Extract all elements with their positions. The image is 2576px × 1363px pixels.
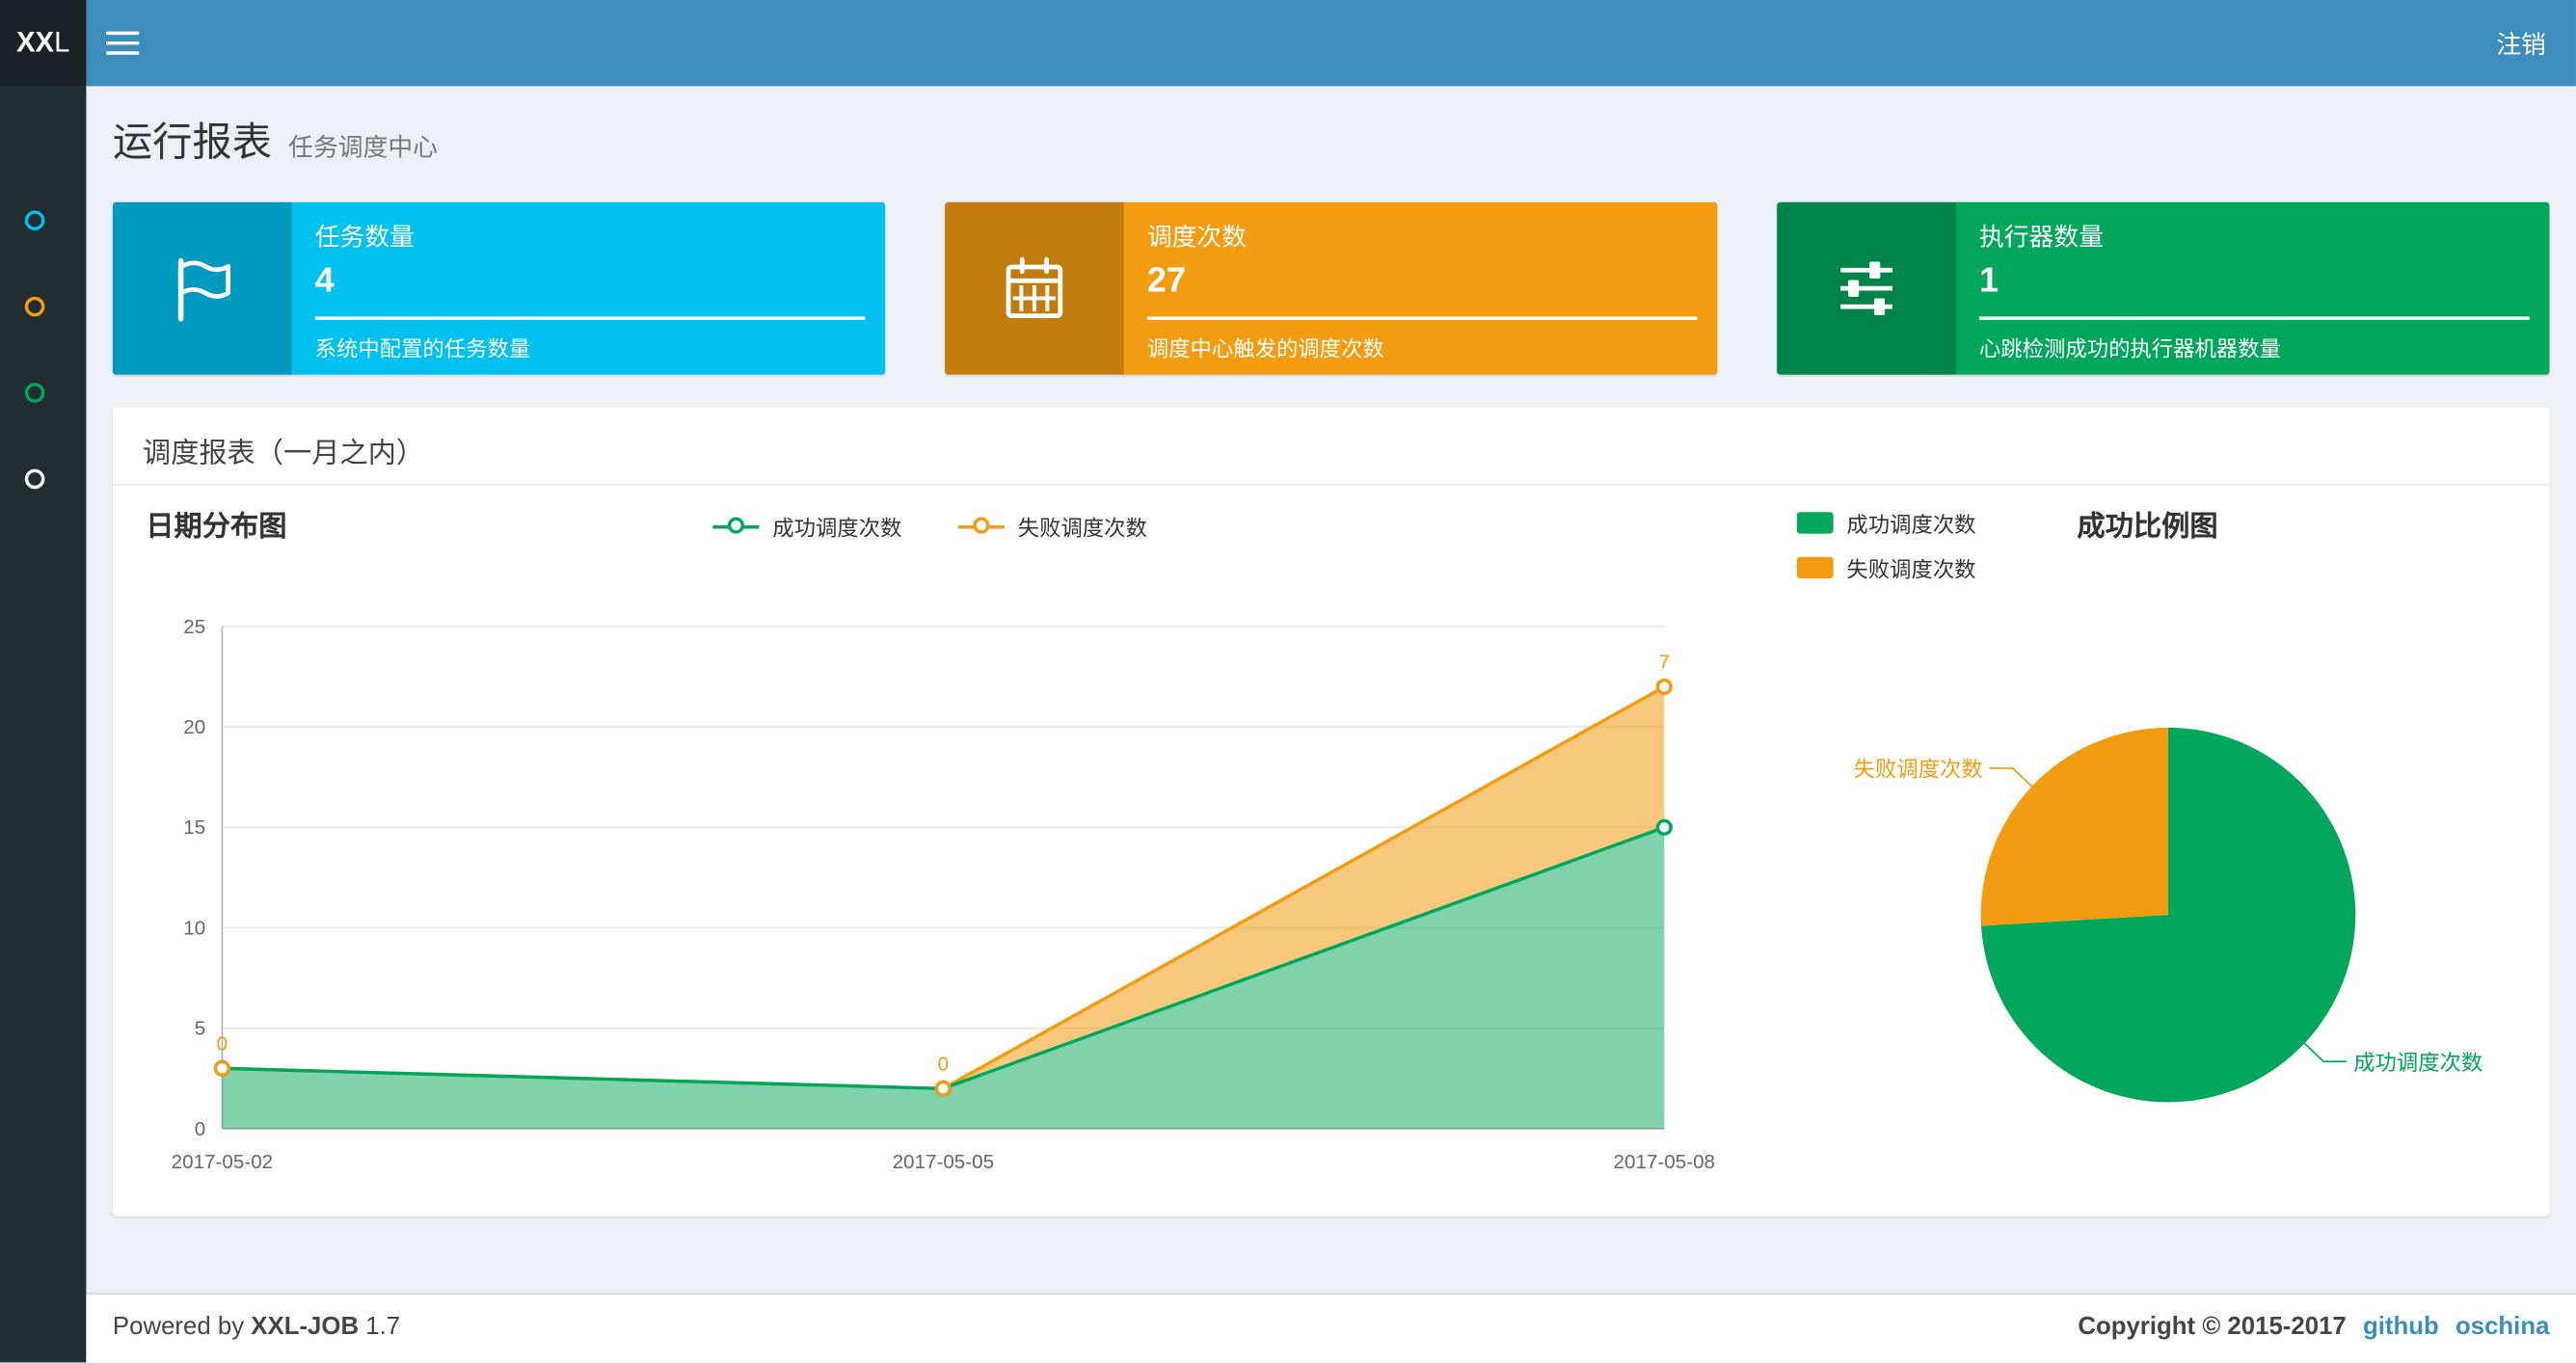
report-panel-title: 调度报表（一月之内） bbox=[142, 437, 425, 469]
pie-legend-label-success: 成功调度次数 bbox=[1846, 512, 1976, 538]
svg-text:0: 0 bbox=[217, 1032, 228, 1055]
info-box-content: 执行器数量 1 心跳检测成功的执行器机器数量 bbox=[1956, 202, 2550, 375]
date-distribution-chart-title: 日期分布图 bbox=[146, 510, 287, 543]
date-distribution-chart: 05101520252017-05-02 2017-05-05 2017-05-08… bbox=[172, 616, 1716, 1173]
logo-rest-text: L bbox=[54, 26, 70, 59]
info-box-icon-area bbox=[112, 201, 292, 375]
sidebar-item-2-circle-icon[interactable] bbox=[24, 296, 45, 317]
info-box-row: 任务数量 4 系统中配置的任务数量 调度次数 27 调度中心触发的调度次数 执行… bbox=[112, 201, 2550, 375]
copyright-text: Copyright © 2015-2017 bbox=[2078, 1312, 2347, 1341]
pie-chart-legend: 成功调度次数 失败调度次数 bbox=[1796, 507, 1976, 584]
svg-text:0: 0 bbox=[195, 1118, 205, 1140]
sidebar-toggle-icon[interactable] bbox=[106, 31, 140, 55]
success-ratio-pie-chart: 成功调度次数 失败调度次数 bbox=[1854, 727, 2482, 1103]
info-box-trigger-count: 调度次数 27 调度中心触发的调度次数 bbox=[945, 201, 1718, 375]
legend-label-fail: 失败调度次数 bbox=[1017, 515, 1147, 541]
flag-icon bbox=[177, 257, 231, 322]
svg-text:10: 10 bbox=[183, 917, 205, 939]
sidebar-item-3-circle-icon[interactable] bbox=[24, 383, 45, 403]
page-header: 运行报表 任务调度中心 bbox=[113, 109, 438, 167]
legend-label-success: 成功调度次数 bbox=[772, 515, 902, 541]
sidebar bbox=[0, 86, 87, 1363]
line-chart-legend: 成功调度次数 失败调度次数 bbox=[712, 511, 1147, 543]
info-box-description: 调度中心触发的调度次数 bbox=[1146, 336, 1384, 361]
line-marker-icon bbox=[957, 516, 1005, 533]
svg-text:成功调度次数: 成功调度次数 bbox=[2353, 1051, 2482, 1075]
legend-swatch-icon bbox=[1796, 512, 1834, 534]
svg-text:失败调度次数: 失败调度次数 bbox=[1854, 758, 1983, 782]
info-box-content: 调度次数 27 调度中心触发的调度次数 bbox=[1124, 202, 1718, 375]
pie-legend-item-success[interactable]: 成功调度次数 bbox=[1796, 507, 1976, 539]
success-ratio-chart-title: 成功比例图 bbox=[2077, 510, 2218, 543]
svg-text:25: 25 bbox=[183, 616, 205, 638]
pie-legend-label-fail: 失败调度次数 bbox=[1846, 556, 1976, 582]
info-box-number: 27 bbox=[1146, 261, 1186, 301]
footer-copyright: Copyright © 2015-2017 github oschina bbox=[2078, 1313, 2549, 1341]
info-box-content: 任务数量 4 系统中配置的任务数量 bbox=[292, 202, 886, 375]
version-text: 1.7 bbox=[365, 1312, 401, 1341]
info-box-description: 心跳检测成功的执行器机器数量 bbox=[1978, 336, 2281, 361]
sidebar-item-4-circle-icon[interactable] bbox=[24, 468, 45, 490]
top-navbar: XXL 注销 bbox=[0, 0, 2576, 87]
svg-text:0: 0 bbox=[938, 1053, 949, 1075]
info-box-title: 执行器数量 bbox=[1978, 224, 2104, 253]
info-box-title: 调度次数 bbox=[1146, 224, 1248, 253]
svg-text:7: 7 bbox=[1659, 652, 1670, 674]
info-box-progress-bar bbox=[1978, 316, 2530, 320]
svg-text:15: 15 bbox=[183, 816, 205, 839]
sliders-icon bbox=[1840, 261, 1892, 315]
calendar-icon bbox=[1006, 256, 1063, 319]
info-box-progress-bar bbox=[1146, 316, 1698, 320]
svg-text:2017-05-05: 2017-05-05 bbox=[893, 1151, 995, 1173]
info-box-icon-area bbox=[945, 201, 1124, 375]
svg-text:5: 5 bbox=[195, 1018, 205, 1040]
info-box-description: 系统中配置的任务数量 bbox=[314, 336, 531, 361]
info-box-executor-count: 执行器数量 1 心跳检测成功的执行器机器数量 bbox=[1777, 201, 2550, 375]
oschina-link[interactable]: oschina bbox=[2455, 1313, 2549, 1341]
logout-button[interactable]: 注销 bbox=[2496, 27, 2546, 62]
brand-name: XXL-JOB bbox=[251, 1312, 360, 1341]
footer-powered-by: Powered by XXL-JOB 1.7 bbox=[113, 1313, 400, 1341]
sidebar-item-1-circle-icon[interactable] bbox=[24, 210, 45, 230]
app-root: XXL 注销 运行报表 任务调度中心 任务数量 4 系统中配置的任务数量 调度次… bbox=[0, 0, 2576, 1363]
footer: Powered by XXL-JOB 1.7 Copyright © 2015-… bbox=[86, 1293, 2576, 1363]
info-box-title: 任务数量 bbox=[314, 224, 415, 253]
powered-by-text: Powered by bbox=[112, 1312, 245, 1341]
info-box-job-count: 任务数量 4 系统中配置的任务数量 bbox=[112, 201, 886, 375]
info-box-icon-area bbox=[1777, 201, 1956, 375]
panel-header-divider bbox=[112, 484, 2550, 486]
github-link[interactable]: github bbox=[2363, 1313, 2439, 1341]
svg-text:20: 20 bbox=[183, 716, 205, 738]
page-subtitle: 任务调度中心 bbox=[288, 134, 438, 163]
logo-bold-text: XX bbox=[16, 26, 55, 59]
legend-swatch-icon bbox=[1796, 556, 1834, 579]
info-box-number: 1 bbox=[1978, 261, 1999, 301]
pie-legend-item-fail[interactable]: 失败调度次数 bbox=[1796, 552, 1976, 584]
info-box-progress-bar bbox=[314, 316, 866, 320]
line-marker-icon bbox=[712, 516, 760, 533]
svg-text:2017-05-08: 2017-05-08 bbox=[1614, 1151, 1716, 1173]
svg-text:2017-05-02: 2017-05-02 bbox=[172, 1151, 274, 1173]
legend-item-success[interactable]: 成功调度次数 bbox=[712, 511, 901, 543]
legend-item-fail[interactable]: 失败调度次数 bbox=[957, 511, 1147, 543]
app-logo[interactable]: XXL bbox=[0, 0, 87, 87]
page-title: 运行报表 bbox=[112, 120, 272, 166]
info-box-number: 4 bbox=[314, 261, 335, 301]
